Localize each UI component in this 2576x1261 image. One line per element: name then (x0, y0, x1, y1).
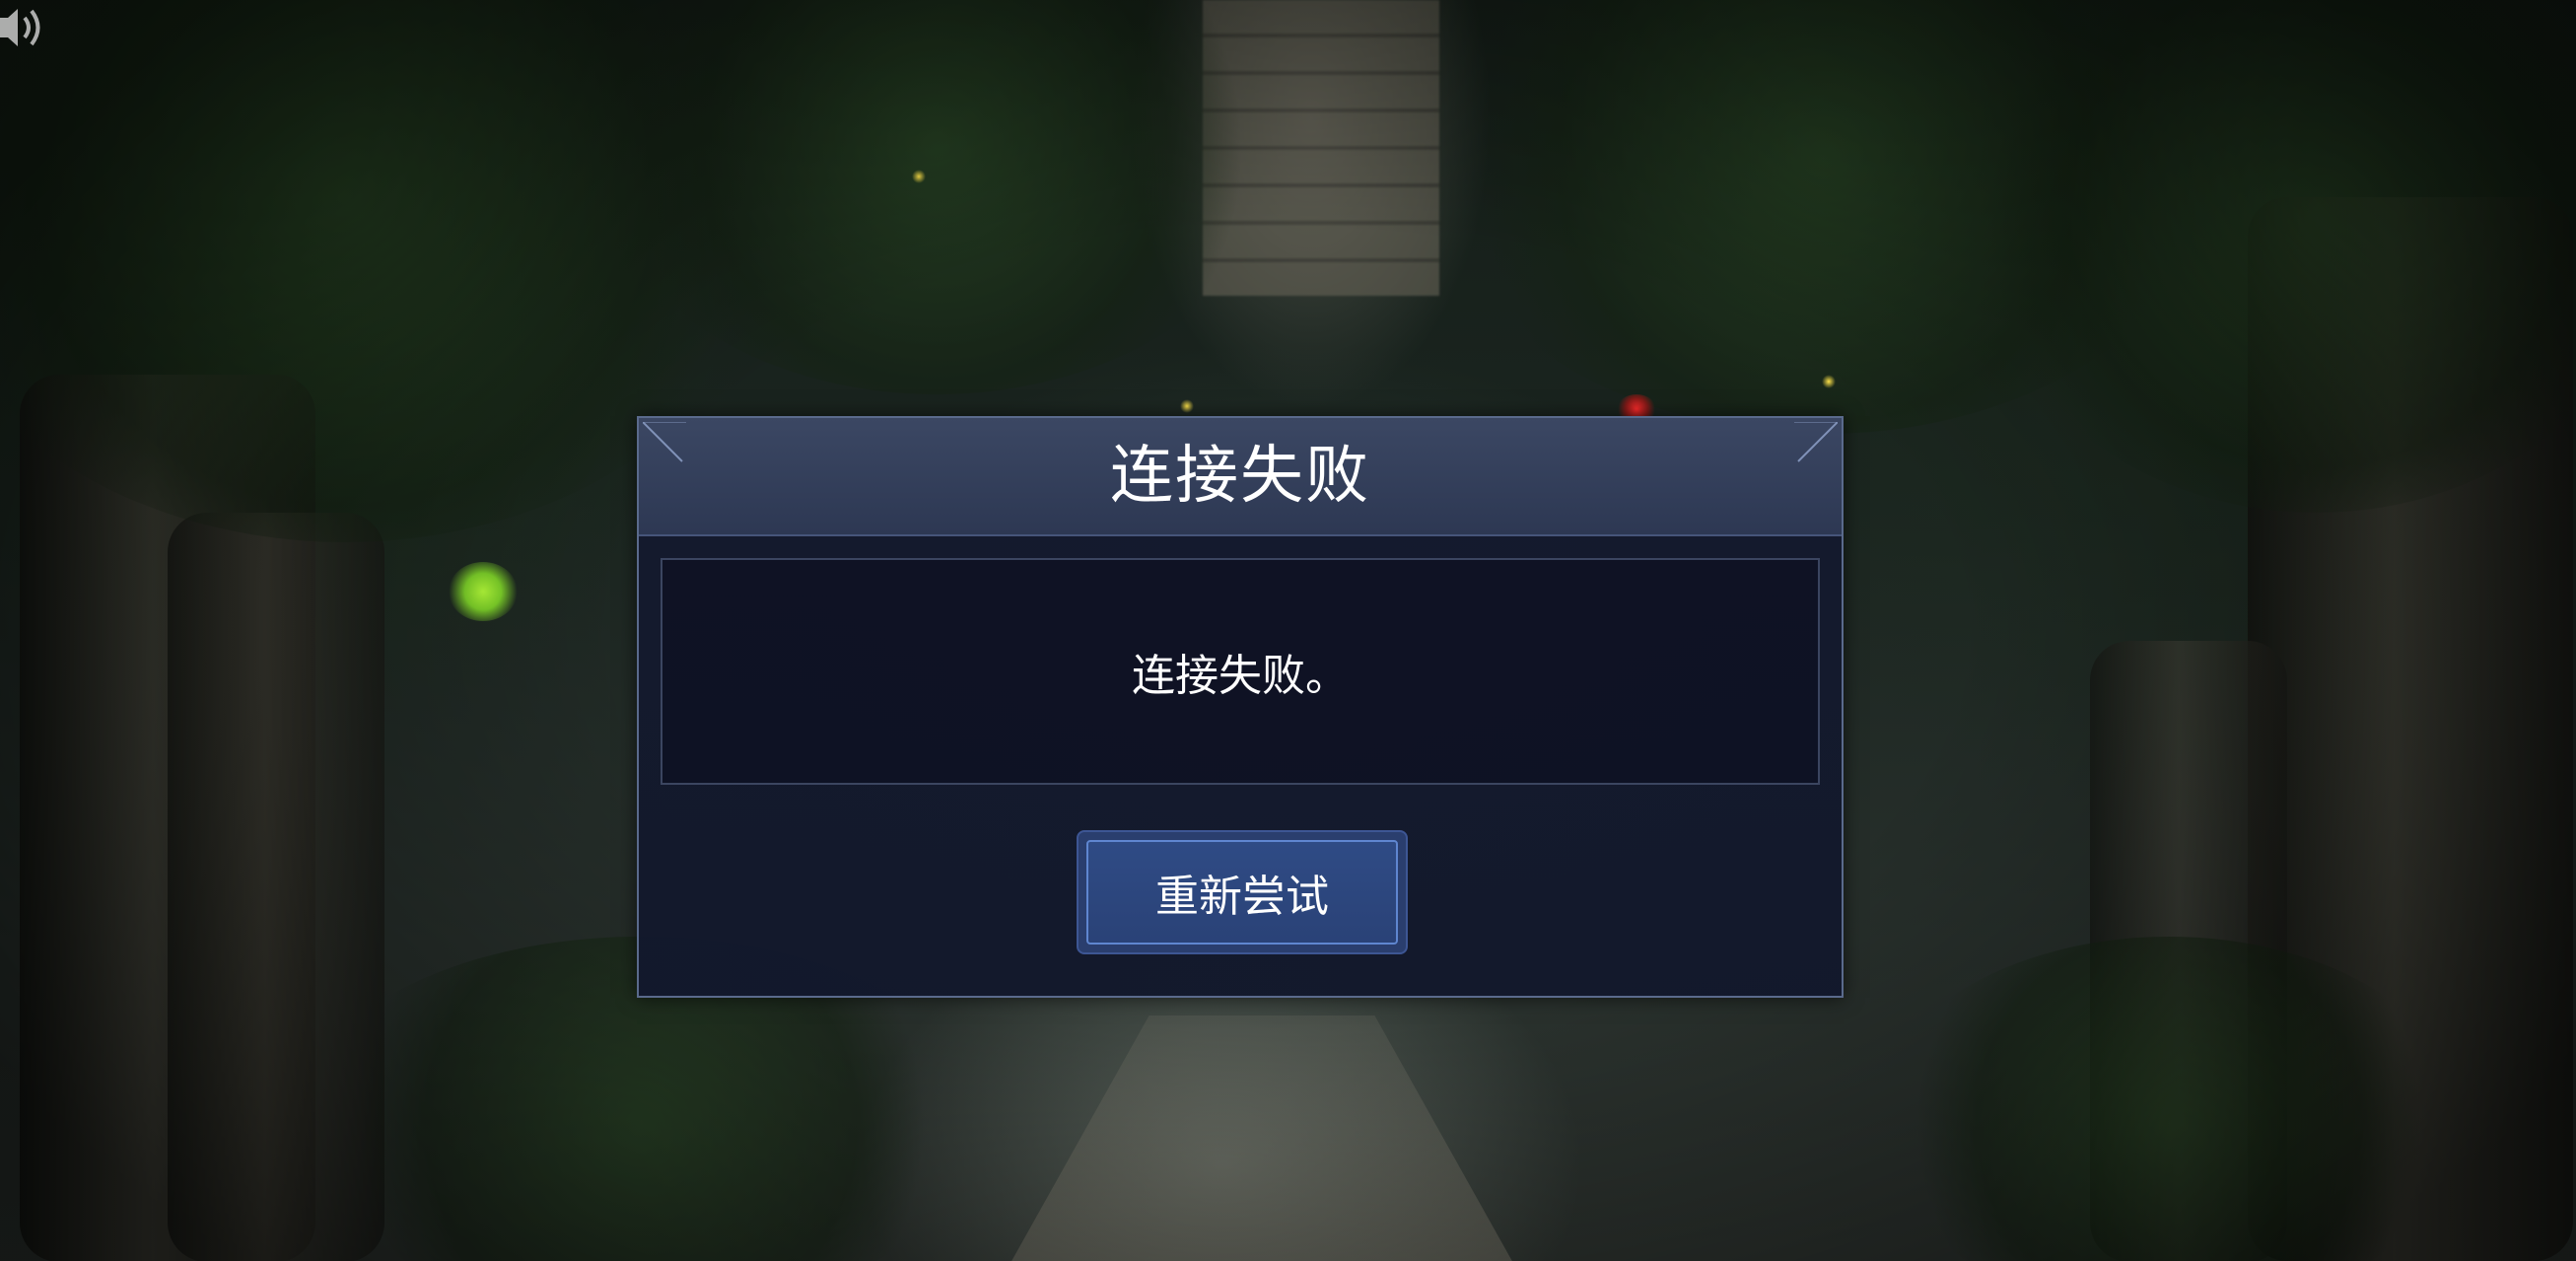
sound-icon[interactable] (0, 0, 47, 55)
retry-button[interactable]: 重新尝试 (1077, 830, 1408, 954)
dialog-title: 连接失败 (1110, 440, 1370, 513)
retry-button-label: 重新尝试 (1086, 840, 1398, 945)
connection-failed-dialog: 连接失败 连接失败。 重新尝试 (637, 416, 1844, 998)
message-box: 连接失败。 (661, 558, 1820, 785)
dialog-message: 连接失败。 (1132, 651, 1349, 701)
game-screen: 连接失败 连接失败。 重新尝试 (0, 0, 2576, 1261)
dialog-header: 连接失败 (639, 418, 1842, 536)
